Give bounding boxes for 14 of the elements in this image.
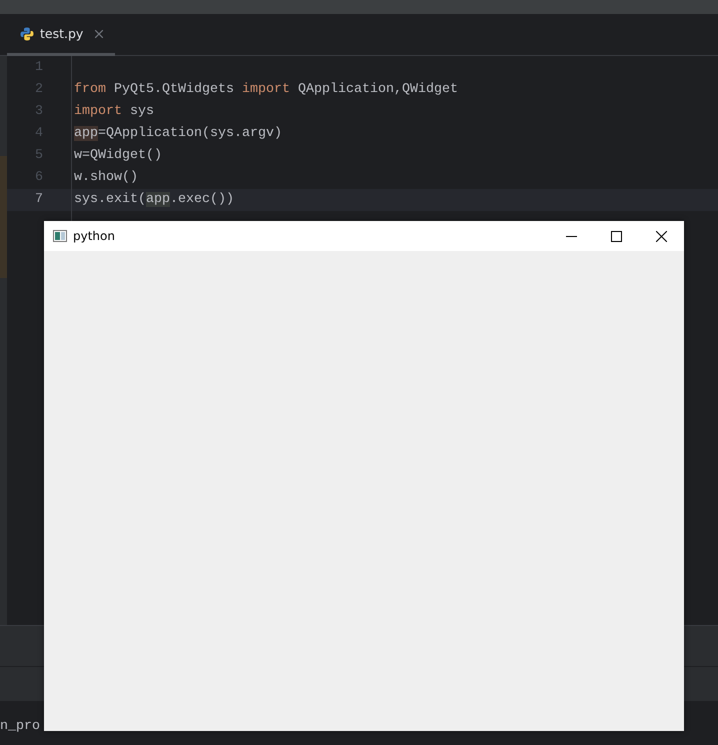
line-number: 7 [7,189,71,211]
close-icon[interactable] [95,30,104,38]
code-line: w=QWidget() [73,147,163,165]
file-tab[interactable]: test.py [7,14,116,56]
code-line: import sys [73,103,155,121]
python-file-icon [20,26,34,40]
window-icon [53,230,67,242]
code-line: from PyQt5.QtWidgets import QApplication,QWidget [73,81,459,99]
code-line: app=QApplication(sys.argv) [73,125,283,143]
code-line: w.show() [73,169,139,187]
terminal-text: n_pro [0,718,40,734]
window-title: python [73,229,116,243]
maximize-icon [611,230,622,242]
close-icon [656,230,667,242]
